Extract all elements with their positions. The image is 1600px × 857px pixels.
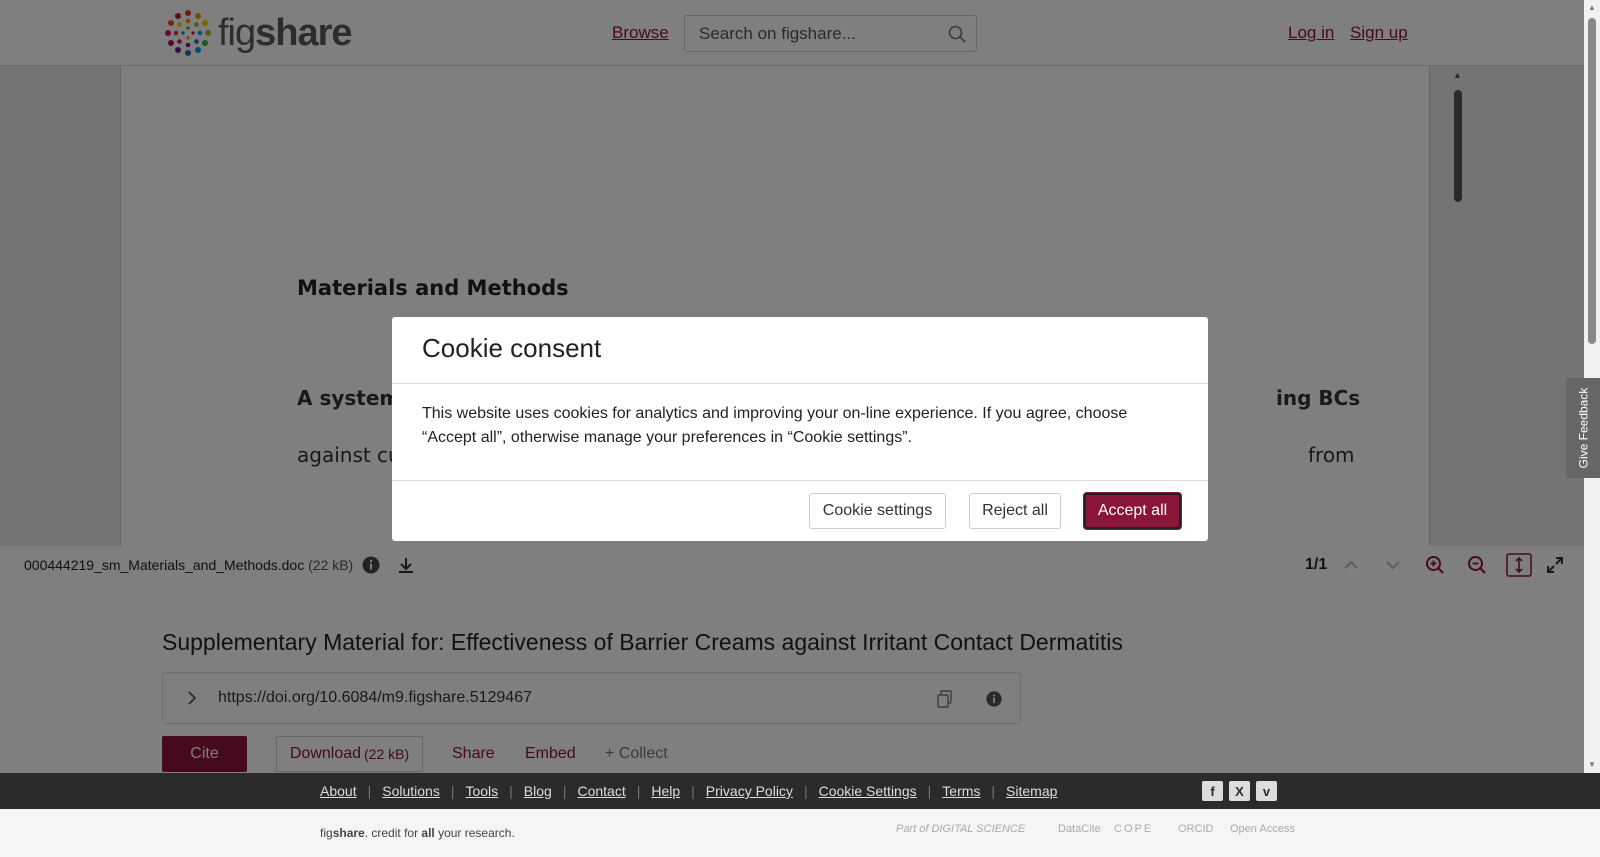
accept-all-button[interactable]: Accept all [1084,493,1181,529]
footer-blog-link[interactable]: Blog [524,783,552,799]
cope-logo[interactable]: COPE [1114,823,1153,835]
feedback-label: Give Feedback [1576,387,1590,469]
footer-solutions-link[interactable]: Solutions [382,783,440,799]
tagline-all: all [421,826,435,840]
footer-links: About | Solutions | Tools | Blog | Contact | … [320,783,1058,799]
page-scroll-up-icon[interactable]: ▲ [1588,3,1596,12]
footer-nav: About | Solutions | Tools | Blog | Contact | … [0,773,1600,809]
tagline-share: share [332,826,365,840]
footer-tools-link[interactable]: Tools [465,783,498,799]
footer-sitemap-link[interactable]: Sitemap [1006,783,1057,799]
footer-privacy-link[interactable]: Privacy Policy [706,783,793,799]
open-access-logo[interactable]: Open Access [1230,823,1295,835]
facebook-icon[interactable]: f [1202,781,1223,801]
tagline-mid: . credit for [364,826,422,840]
footer-terms-link[interactable]: Terms [942,783,980,799]
reject-all-button[interactable]: Reject all [969,493,1061,529]
x-twitter-icon[interactable]: X [1229,781,1250,801]
cookie-dialog-body: This website uses cookies for analytics … [422,405,1128,446]
dialog-divider-bottom [392,480,1208,481]
cookie-consent-dialog: Cookie consent This website uses cookies… [392,317,1208,541]
tagline-fig: fig [320,826,333,840]
footer-tagline: figshare. credit for all your research. [320,826,515,840]
digital-science-logo[interactable]: Part of DIGITAL SCIENCE [896,823,1025,835]
dialog-divider-top [392,383,1208,384]
footer-cookie-settings-link[interactable]: Cookie Settings [819,783,917,799]
datacite-logo[interactable]: DataCite [1058,823,1101,835]
vimeo-icon[interactable]: v [1256,781,1277,801]
page-scroll-thumb[interactable] [1588,18,1596,344]
footer-help-link[interactable]: Help [651,783,680,799]
cookie-dialog-title: Cookie consent [422,333,602,363]
cookie-settings-button[interactable]: Cookie settings [809,493,946,529]
footer-about-link[interactable]: About [320,783,357,799]
tagline-end: your research. [434,826,515,840]
page-scroll-down-icon[interactable]: ▼ [1588,760,1596,769]
footer-contact-link[interactable]: Contact [577,783,625,799]
give-feedback-tab[interactable]: Give Feedback [1566,378,1600,478]
orcid-logo[interactable]: ORCID [1178,823,1213,835]
footer-bottom: figshare. credit for all your research. … [0,809,1600,857]
